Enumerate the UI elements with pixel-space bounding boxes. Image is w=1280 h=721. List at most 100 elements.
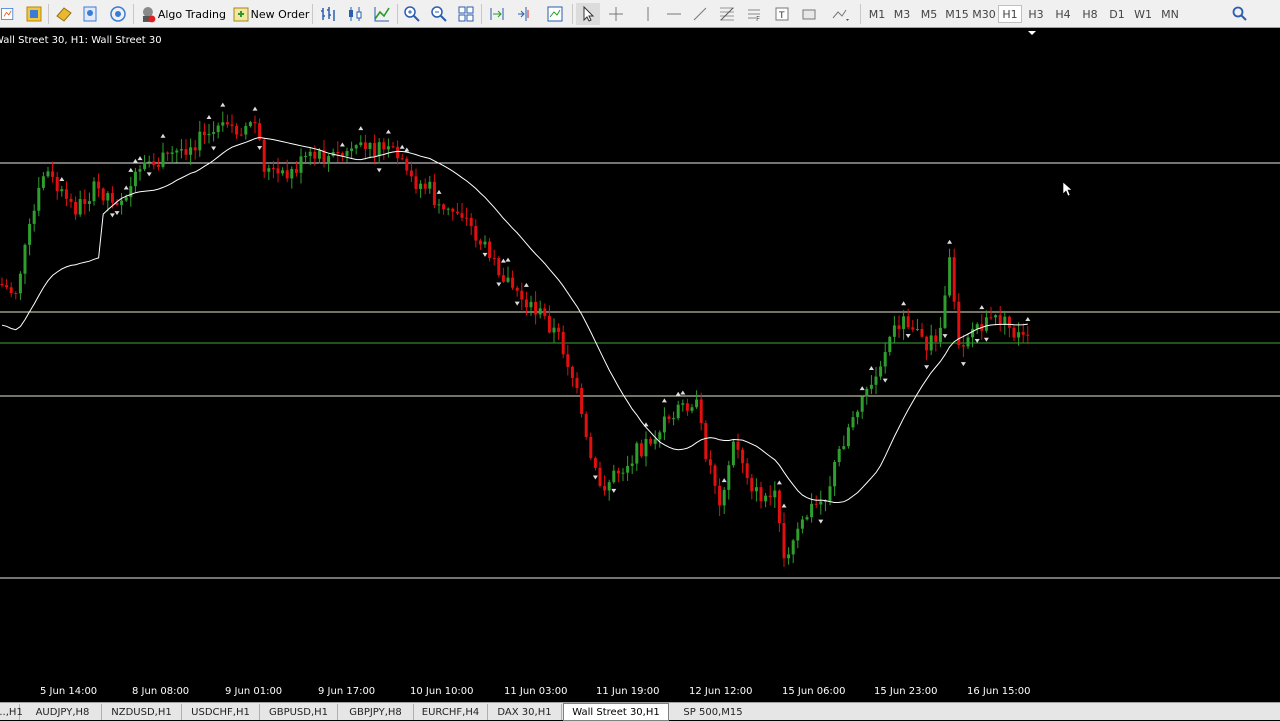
- candle-body: [888, 336, 892, 353]
- timeframe-m1[interactable]: M1: [865, 5, 889, 23]
- candle-body: [350, 148, 354, 152]
- candle-body: [626, 465, 630, 473]
- bar-chart-icon[interactable]: [316, 3, 340, 25]
- candle-body: [975, 324, 979, 329]
- price-chart[interactable]: [0, 29, 1280, 702]
- chart-tab[interactable]: AUDJPY,H8: [24, 704, 102, 720]
- candle-body: [593, 458, 597, 468]
- line-chart-icon[interactable]: [370, 3, 394, 25]
- navigator-icon[interactable]: [78, 3, 102, 25]
- candle-body: [409, 170, 413, 177]
- timeframe-h4[interactable]: H4: [1051, 5, 1075, 23]
- candle-body: [681, 403, 685, 405]
- fibonacci-icon[interactable]: [714, 3, 740, 25]
- algo-trading-button[interactable]: Algo Trading: [138, 3, 226, 25]
- candle-body: [708, 459, 712, 466]
- chart-canvas[interactable]: [0, 29, 1280, 702]
- candle-body: [437, 204, 441, 206]
- candle-body: [359, 142, 363, 146]
- cursor-tool-icon[interactable]: [576, 3, 600, 25]
- candle-body: [534, 301, 538, 315]
- search-icon[interactable]: [1230, 3, 1250, 25]
- timeframe-d1[interactable]: D1: [1105, 5, 1129, 23]
- candle-body: [1003, 316, 1007, 325]
- candle-body: [989, 317, 993, 319]
- text-tool-icon[interactable]: T: [770, 3, 794, 25]
- candle-body: [754, 487, 758, 492]
- candle-body: [662, 416, 666, 433]
- crosshair-icon[interactable]: [604, 3, 628, 25]
- candle-body: [805, 517, 809, 520]
- candle-body: [998, 315, 1002, 325]
- timeframe-h3[interactable]: H3: [1024, 5, 1048, 23]
- new-chart-icon[interactable]: [0, 3, 16, 25]
- chart-tab[interactable]: NZDUSD,H1: [102, 704, 182, 720]
- candle-body: [865, 388, 869, 397]
- fractal-down-marker: [611, 488, 617, 493]
- candle-body: [764, 495, 768, 502]
- candle-body: [938, 327, 942, 342]
- timeframe-m30[interactable]: M30: [971, 5, 997, 23]
- zoom-out-icon[interactable]: [427, 3, 451, 25]
- candle-body: [1026, 334, 1030, 336]
- candle-body: [704, 423, 708, 460]
- templates-icon[interactable]: [542, 3, 568, 25]
- market-watch-icon[interactable]: [52, 3, 76, 25]
- chart-shift-marker[interactable]: [1028, 31, 1036, 35]
- chart-tab[interactable]: DAX 30,H1: [488, 704, 562, 720]
- fractal-up-marker: [385, 129, 391, 134]
- chart-tab-active[interactable]: Wall Street 30,H1: [563, 703, 669, 721]
- fractal-down-marker: [592, 475, 598, 480]
- chart-shift-icon[interactable]: [512, 3, 536, 25]
- chart-tab[interactable]: GBPUSD,H1: [260, 704, 338, 720]
- chart-tab[interactable]: SP 500,M15: [670, 704, 756, 720]
- candle-body: [580, 388, 584, 414]
- candle-body: [368, 143, 372, 149]
- candle-body: [483, 241, 487, 245]
- trendline-icon[interactable]: [688, 3, 712, 25]
- fractal-up-marker: [979, 305, 985, 310]
- shapes-dropdown-icon[interactable]: [824, 3, 856, 25]
- fractal-down-marker: [146, 172, 152, 177]
- timeframe-h8[interactable]: H8: [1078, 5, 1102, 23]
- candle-body: [14, 293, 18, 295]
- candle-body: [391, 146, 395, 148]
- chart-tab[interactable]: EURCHF,H4: [414, 704, 488, 720]
- candle-body: [856, 411, 860, 418]
- rectangle-tool-icon[interactable]: [797, 3, 821, 25]
- candlestick-chart-icon[interactable]: [343, 3, 367, 25]
- candle-body: [501, 275, 505, 282]
- vertical-line-icon[interactable]: [636, 3, 660, 25]
- timeframe-w1[interactable]: W1: [1131, 5, 1155, 23]
- candle-body: [971, 328, 975, 338]
- autoscroll-icon[interactable]: [485, 3, 509, 25]
- candle-body: [414, 176, 418, 190]
- candle-body: [110, 193, 114, 203]
- signals-icon[interactable]: [106, 3, 130, 25]
- zoom-in-icon[interactable]: [400, 3, 424, 25]
- candle-body: [281, 170, 285, 174]
- chart-tab[interactable]: GBPJPY,H8: [338, 704, 414, 720]
- candle-body: [552, 327, 556, 333]
- profiles-icon[interactable]: [22, 3, 46, 25]
- timeframe-m15[interactable]: M15: [944, 5, 970, 23]
- fractal-up-marker: [901, 301, 907, 306]
- fractal-up-marker: [721, 478, 727, 483]
- chart-tab[interactable]: ...,H1: [0, 704, 23, 720]
- tile-windows-icon[interactable]: [454, 3, 478, 25]
- candle-body: [621, 472, 625, 474]
- candle-body: [649, 439, 653, 444]
- horizontal-line-icon[interactable]: [662, 3, 686, 25]
- timeframe-h1[interactable]: H1: [998, 5, 1022, 23]
- candle-body: [524, 299, 528, 308]
- candle-body: [750, 477, 754, 492]
- timeframe-m5[interactable]: M5: [917, 5, 941, 23]
- new-order-button[interactable]: New Order: [230, 3, 310, 25]
- candle-body: [212, 132, 216, 134]
- equidistant-channel-icon[interactable]: F: [742, 3, 766, 25]
- timeframe-m3[interactable]: M3: [890, 5, 914, 23]
- chart-tab[interactable]: USDCHF,H1: [182, 704, 260, 720]
- fractal-up-marker: [252, 106, 258, 111]
- mouse-cursor-icon: [1062, 181, 1073, 197]
- timeframe-mn[interactable]: MN: [1158, 5, 1182, 23]
